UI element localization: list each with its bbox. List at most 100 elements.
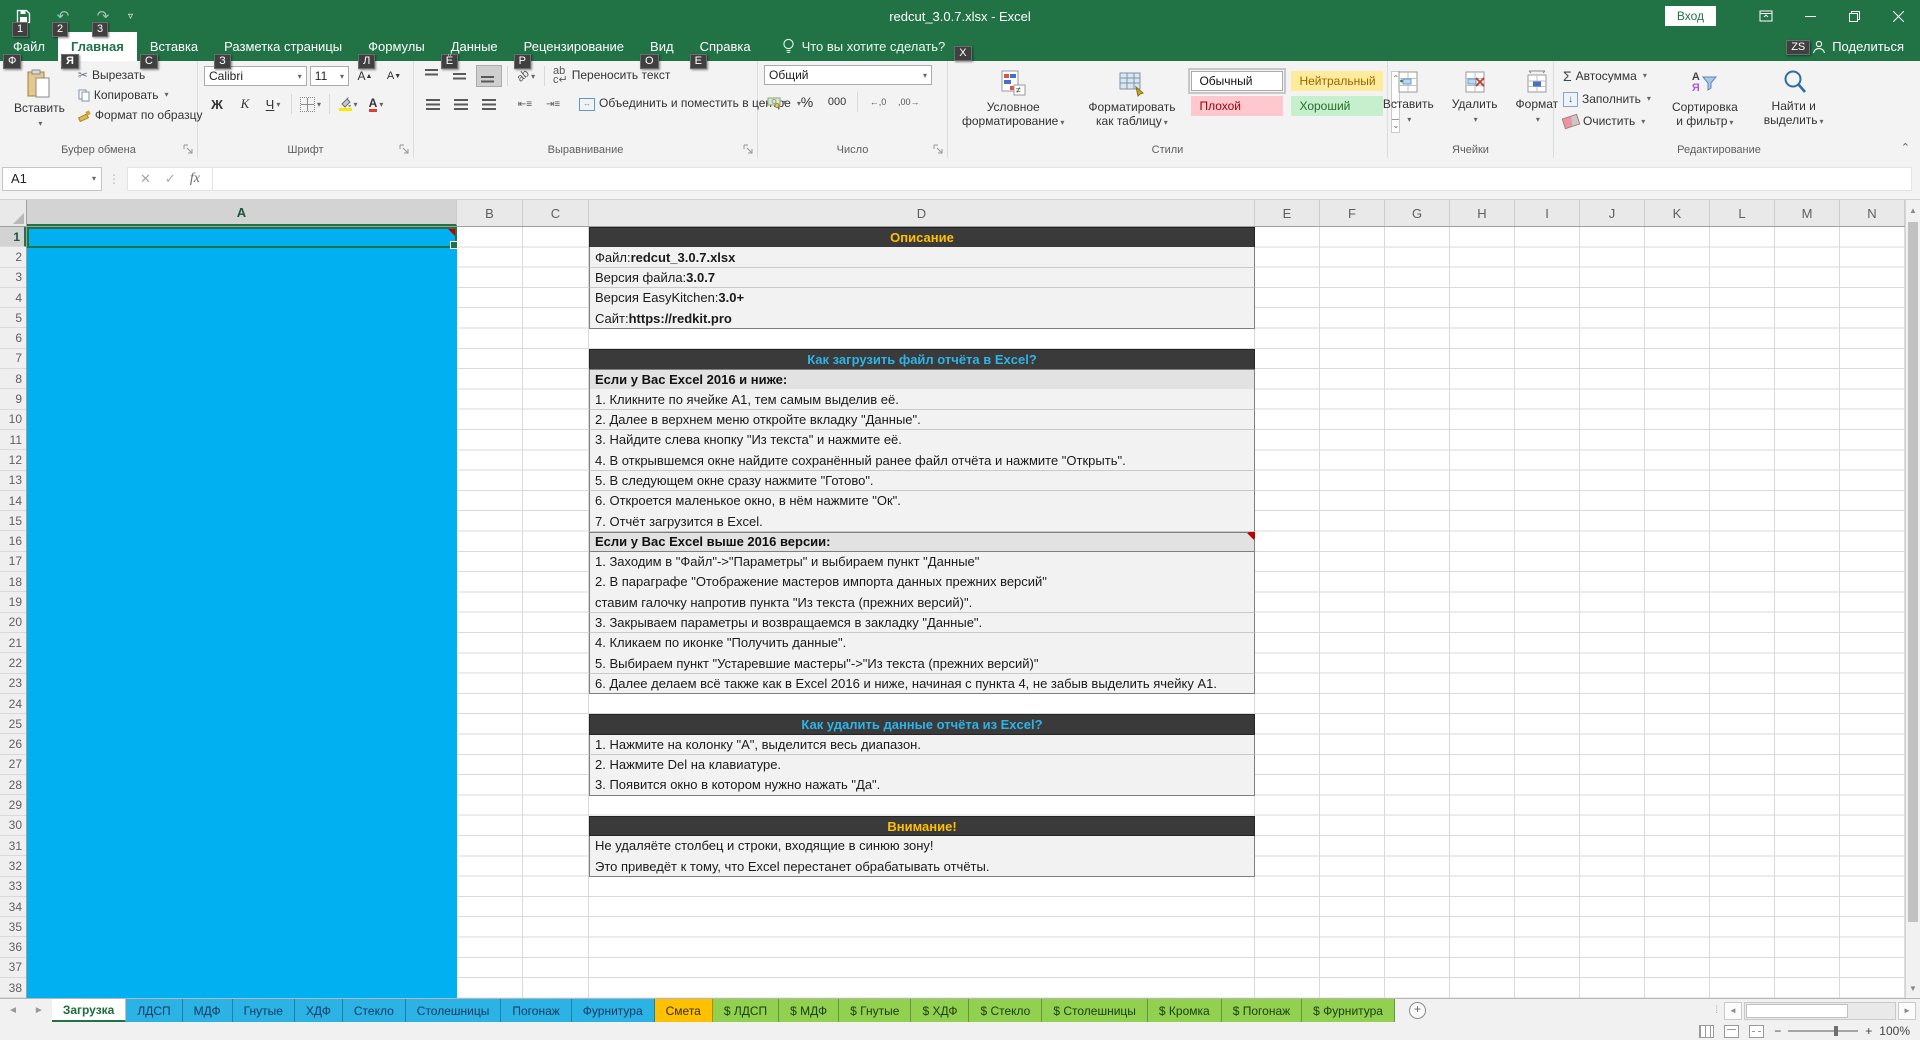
column-header-D[interactable]: D xyxy=(589,200,1255,226)
cell-style-neutral[interactable]: Нейтральный xyxy=(1291,71,1383,91)
sheet-tab-МДФ[interactable]: МДФ xyxy=(183,999,233,1022)
row-header-9[interactable]: 9 xyxy=(0,389,26,409)
d-cell-row-2[interactable]: Файл: redcut_3.0.7.xlsx xyxy=(589,247,1255,268)
d-cell-row-20[interactable]: 3. Закрываем параметры и возвращаемся в … xyxy=(589,613,1255,634)
zoom-in-button[interactable]: + xyxy=(1865,1024,1872,1038)
tab-Формулы[interactable]: ФормулыЛ xyxy=(355,32,438,61)
conditional-formatting-button[interactable]: ≠ Условноеформатирование▾ xyxy=(954,65,1072,133)
accounting-format-button[interactable]: ▾ xyxy=(764,91,790,113)
d-cell-row-10[interactable]: 2. Далее в верхнем меню откройте вкладку… xyxy=(589,410,1255,431)
d-cell-row-13[interactable]: 5. В следующем окне сразу нажмите "Готов… xyxy=(589,471,1255,492)
collapse-ribbon-button[interactable]: ⌃ xyxy=(1901,141,1910,154)
row-header-29[interactable]: 29 xyxy=(0,795,26,815)
cell-style-bad[interactable]: Плохой xyxy=(1191,96,1283,116)
underline-dropdown[interactable]: ▾ xyxy=(276,100,280,109)
normal-view-button[interactable] xyxy=(1699,1025,1714,1038)
increase-indent-button[interactable]: ⇥≡ xyxy=(540,93,566,115)
restore-button[interactable] xyxy=(1832,0,1876,32)
row-header-25[interactable]: 25 xyxy=(0,714,26,734)
sheet-tab-$ Столешницы[interactable]: $ Столешницы xyxy=(1042,999,1148,1022)
borders-button[interactable]: ▾ xyxy=(297,93,324,115)
tab-Файл[interactable]: ФайлФ xyxy=(0,32,58,61)
column-header-C[interactable]: C xyxy=(523,200,589,226)
copy-button[interactable]: Копировать ▾ xyxy=(75,87,206,104)
row-header-11[interactable]: 11 xyxy=(0,430,26,450)
row-header-21[interactable]: 21 xyxy=(0,633,26,653)
sign-in-button[interactable]: Вход xyxy=(1665,6,1716,26)
d-cell-row-14[interactable]: 6. Откроется маленькое окно, в нём нажми… xyxy=(589,491,1255,512)
sheet-tab-$ Гнутые[interactable]: $ Гнутые xyxy=(839,999,911,1022)
row-header-7[interactable]: 7 xyxy=(0,349,26,369)
new-sheet-button[interactable]: + xyxy=(1409,999,1426,1022)
tab-Вставка[interactable]: ВставкаС xyxy=(137,32,211,61)
row-header-4[interactable]: 4 xyxy=(0,288,26,308)
row-header-27[interactable]: 27 xyxy=(0,755,26,775)
vertical-scrollbar[interactable]: ▲ ▼ xyxy=(1905,200,1920,998)
d-cell-row-7[interactable]: Как загрузить файл отчёта в Excel? xyxy=(589,349,1255,370)
decrease-font-button[interactable]: A▼ xyxy=(381,65,407,87)
d-cell-row-12[interactable]: 4. В открывшемся окне найдите сохранённы… xyxy=(589,450,1255,471)
name-box-dropdown[interactable]: ▾ xyxy=(92,174,96,183)
sheet-tab-Гнутые[interactable]: Гнутые xyxy=(233,999,295,1022)
clipboard-dialog-launcher[interactable] xyxy=(183,144,194,155)
find-select-dropdown[interactable]: ▾ xyxy=(1820,117,1824,126)
column-header-H[interactable]: H xyxy=(1450,200,1515,226)
row-header-28[interactable]: 28 xyxy=(0,775,26,795)
sheet-tab-ХДФ[interactable]: ХДФ xyxy=(295,999,343,1022)
confirm-entry-icon[interactable]: ✓ xyxy=(165,171,176,187)
column-header-E[interactable]: E xyxy=(1255,200,1320,226)
sheet-tab-Загрузка[interactable]: Загрузка xyxy=(52,999,127,1022)
hscroll-thumb[interactable] xyxy=(1746,1004,1848,1018)
row-header-37[interactable]: 37 xyxy=(0,958,26,978)
row-header-8[interactable]: 8 xyxy=(0,369,26,389)
d-cell-row-30[interactable]: Внимание! xyxy=(589,816,1255,837)
align-bottom-button[interactable] xyxy=(476,65,502,87)
d-cell-row-23[interactable]: 6. Далее делаем всё также как в Excel 20… xyxy=(589,674,1255,695)
sheet-tab-$ Стекло[interactable]: $ Стекло xyxy=(969,999,1042,1022)
zoom-level[interactable]: 100% xyxy=(1879,1024,1910,1038)
d-cell-row-3[interactable]: Версия файла: 3.0.7 xyxy=(589,268,1255,289)
row-header-20[interactable]: 20 xyxy=(0,613,26,633)
find-select-button[interactable]: Найти ивыделить▾ xyxy=(1756,65,1832,140)
row-header-24[interactable]: 24 xyxy=(0,694,26,714)
sheet-tab-Столешницы[interactable]: Столешницы xyxy=(406,999,502,1022)
copy-dropdown[interactable]: ▾ xyxy=(165,91,169,100)
page-break-view-button[interactable] xyxy=(1749,1025,1764,1038)
font-size-combo[interactable]: 11 ▾ xyxy=(310,66,349,86)
paste-button[interactable]: Вставить ▾ xyxy=(6,65,73,140)
hscroll-left-arrow[interactable]: ◄ xyxy=(1724,1002,1742,1020)
autosum-button[interactable]: Σ Автосумма ▾ xyxy=(1560,67,1654,86)
row-header-30[interactable]: 30 xyxy=(0,816,26,836)
fill-color-button[interactable]: ▾ xyxy=(335,93,361,115)
bold-button[interactable]: Ж xyxy=(204,93,230,115)
sort-filter-dropdown[interactable]: ▾ xyxy=(1729,118,1733,127)
fill-handle[interactable] xyxy=(450,241,458,249)
row-header-18[interactable]: 18 xyxy=(0,572,26,592)
column-header-M[interactable]: M xyxy=(1775,200,1840,226)
row-header-22[interactable]: 22 xyxy=(0,653,26,673)
column-header-L[interactable]: L xyxy=(1710,200,1775,226)
comma-style-button[interactable]: 000 xyxy=(824,91,850,113)
italic-button[interactable]: К xyxy=(232,93,258,115)
row-header-14[interactable]: 14 xyxy=(0,491,26,511)
row-header-33[interactable]: 33 xyxy=(0,877,26,897)
customize-qat-button[interactable]: ▿ xyxy=(128,11,133,22)
formula-input[interactable] xyxy=(213,167,1912,191)
row-header-2[interactable]: 2 xyxy=(0,247,26,267)
cut-button[interactable]: ✂ Вырезать xyxy=(75,67,206,84)
column-header-F[interactable]: F xyxy=(1320,200,1385,226)
zoom-slider-thumb[interactable] xyxy=(1834,1026,1838,1036)
row-header-6[interactable]: 6 xyxy=(0,329,26,349)
d-cell-row-32[interactable]: Это приведёт к тому, что Excel перестане… xyxy=(589,856,1255,877)
accounting-dropdown[interactable]: ▾ xyxy=(783,98,787,107)
delete-cells-dropdown[interactable]: ▾ xyxy=(1474,115,1478,124)
blue-zone-column-a[interactable] xyxy=(27,227,457,998)
d-cell-row-4[interactable]: Версия EasyKitchen: 3.0+ xyxy=(589,288,1255,309)
row-header-13[interactable]: 13 xyxy=(0,471,26,491)
zoom-slider[interactable] xyxy=(1788,1030,1858,1032)
tab-Данные[interactable]: ДанныеЁ xyxy=(438,32,511,61)
d-cell-row-18[interactable]: 2. В параграфе "Отображение мастеров имп… xyxy=(589,572,1255,593)
scroll-up-arrow[interactable]: ▲ xyxy=(1906,202,1920,218)
row-header-10[interactable]: 10 xyxy=(0,410,26,430)
sort-filter-button[interactable]: АЯ Сортировкаи фильтр▾ xyxy=(1664,65,1746,140)
